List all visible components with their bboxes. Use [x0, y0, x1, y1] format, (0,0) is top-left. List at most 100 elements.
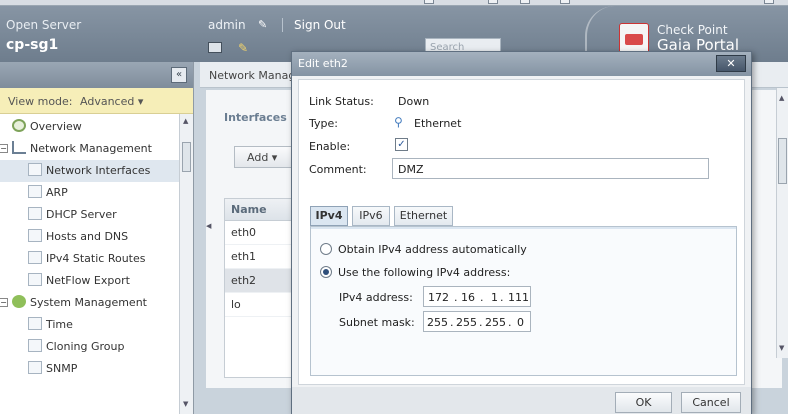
tree-item-netflow-export[interactable]: NetFlow Export: [0, 270, 193, 292]
navigation-scrollbar[interactable]: ▲ ▼: [179, 114, 193, 414]
dialog-footer: OK Cancel: [292, 387, 751, 414]
octet-separator: .: [454, 291, 458, 304]
interfaces-grid: Name eth0 eth1 eth2 lo: [224, 198, 294, 378]
dialog-title-bar[interactable]: Edit eth2 ✕: [292, 52, 751, 76]
comment-label: Comment:: [309, 163, 367, 176]
dialog-body: Link Status: Down Type: ⚲ Ethernet Enabl…: [298, 79, 745, 385]
page-scrollbar[interactable]: ▲ ▼: [776, 88, 788, 358]
ipv4-octet-4[interactable]: 111: [508, 291, 529, 304]
octet-separator: .: [480, 291, 484, 304]
view-mode-bar[interactable]: View mode: Advanced ▾: [0, 88, 193, 114]
tree-item-cloning-group[interactable]: Cloning Group: [0, 336, 193, 358]
tab-ipv6[interactable]: IPv6: [352, 206, 390, 226]
tree-item-overview[interactable]: Overview: [0, 116, 193, 138]
scroll-up-icon[interactable]: ▲: [779, 94, 784, 102]
window-control-icon[interactable]: [488, 0, 498, 4]
scrollbar-thumb[interactable]: [182, 142, 191, 172]
table-row[interactable]: eth1: [225, 245, 293, 269]
table-row[interactable]: eth0: [225, 221, 293, 245]
page-icon: [28, 317, 42, 330]
brand-name: Check Point: [657, 23, 728, 37]
use-following-address-label[interactable]: Use the following IPv4 address:: [338, 266, 510, 279]
tree-item-system-management[interactable]: − System Management: [0, 292, 193, 314]
page-icon: [28, 251, 42, 264]
ipv4-tab-panel: Obtain IPv4 address automatically Use th…: [310, 226, 737, 376]
enable-checkbox[interactable]: ✓: [395, 138, 408, 151]
mask-octet-1[interactable]: 255: [427, 316, 448, 329]
current-user: admin: [208, 18, 246, 32]
ipv4-address-field[interactable]: 172 . 16 . 1 . 111: [423, 286, 531, 307]
ipv4-address-label: IPv4 address:: [339, 291, 413, 304]
comment-field[interactable]: DMZ: [392, 158, 709, 179]
octet-separator: .: [508, 316, 512, 329]
tree-item-snmp[interactable]: SNMP: [0, 358, 193, 380]
table-row[interactable]: lo: [225, 293, 293, 317]
scroll-down-icon[interactable]: ▼: [183, 400, 188, 408]
edit-interface-dialog: Edit eth2 ✕ Link Status: Down Type: ⚲ Et…: [291, 51, 752, 414]
navigation-header: «: [0, 62, 193, 88]
enable-label: Enable:: [309, 140, 351, 153]
window-control-icon[interactable]: [520, 0, 530, 4]
tree-item-network-interfaces[interactable]: Network Interfaces: [0, 160, 193, 182]
terminal-icon[interactable]: [208, 42, 222, 53]
octet-separator: .: [450, 316, 454, 329]
window-control-icon[interactable]: [560, 0, 570, 4]
edit-user-icon[interactable]: ✎: [258, 18, 272, 31]
use-following-address-radio[interactable]: [320, 266, 332, 278]
tree-item-hosts-and-dns[interactable]: Hosts and DNS: [0, 226, 193, 248]
cancel-button[interactable]: Cancel: [681, 392, 741, 413]
link-status-value: Down: [398, 95, 430, 108]
scrollbar-thumb[interactable]: [778, 138, 787, 184]
octet-separator: .: [500, 291, 504, 304]
navigation-tree: Overview − Network Management Network In…: [0, 114, 193, 380]
view-mode-dropdown[interactable]: Advanced ▾: [80, 95, 143, 108]
table-row[interactable]: eth2: [225, 269, 293, 293]
page-icon: [28, 229, 42, 242]
interfaces-section-title: Interfaces: [224, 111, 287, 124]
window-control-icon[interactable]: [424, 0, 434, 4]
collapse-toggle-icon[interactable]: −: [0, 298, 8, 307]
obtain-automatically-label[interactable]: Obtain IPv4 address automatically: [338, 243, 527, 256]
tree-item-arp[interactable]: ARP: [0, 182, 193, 204]
page-icon: [28, 273, 42, 286]
collapse-toggle-icon[interactable]: −: [0, 144, 8, 153]
ok-button[interactable]: OK: [615, 392, 672, 413]
header-separator: [282, 18, 283, 32]
page-icon: [28, 207, 42, 220]
mask-octet-3[interactable]: 255: [485, 316, 506, 329]
link-status-label: Link Status:: [309, 95, 374, 108]
sign-out-link[interactable]: Sign Out: [294, 18, 346, 32]
page-icon: [28, 361, 42, 374]
page-icon: [28, 163, 42, 176]
window-control-icon[interactable]: [764, 0, 774, 4]
ipv4-octet-3[interactable]: 1: [491, 291, 498, 304]
tab-ethernet[interactable]: Ethernet: [394, 206, 453, 226]
tree-item-dhcp-server[interactable]: DHCP Server: [0, 204, 193, 226]
mask-octet-2[interactable]: 255: [456, 316, 477, 329]
tree-item-network-management[interactable]: − Network Management: [0, 138, 193, 160]
grid-header-name[interactable]: Name: [225, 199, 293, 221]
obtain-automatically-radio[interactable]: [320, 243, 332, 255]
subnet-mask-field[interactable]: 255 . 255 . 255 . 0: [423, 311, 531, 332]
tab-panel-accent: [310, 226, 737, 229]
mask-octet-4[interactable]: 0: [517, 316, 524, 329]
view-mode-label: View mode:: [8, 95, 73, 108]
ipv4-octet-1[interactable]: 172: [428, 291, 449, 304]
expand-arrow-icon[interactable]: ◀: [206, 222, 212, 252]
tab-ipv4[interactable]: IPv4: [310, 206, 348, 226]
notes-icon[interactable]: ✎: [238, 41, 252, 55]
octet-separator: .: [479, 316, 483, 329]
scroll-down-icon[interactable]: ▼: [779, 344, 784, 352]
navigation-panel: « View mode: Advanced ▾ Overview − Netwo…: [0, 62, 194, 414]
hostname: cp-sg1: [6, 37, 59, 53]
system-management-icon: [12, 295, 26, 308]
collapse-panel-button[interactable]: «: [171, 67, 187, 83]
page-icon: [28, 339, 42, 352]
tree-item-time[interactable]: Time: [0, 314, 193, 336]
add-interface-button[interactable]: Add ▾: [234, 146, 292, 168]
tree-item-ipv4-static-routes[interactable]: IPv4 Static Routes: [0, 248, 193, 270]
scroll-up-icon[interactable]: ▲: [183, 117, 188, 125]
ethernet-icon: ⚲: [394, 115, 403, 129]
ipv4-octet-2[interactable]: 16: [461, 291, 475, 304]
close-dialog-button[interactable]: ✕: [716, 55, 746, 72]
